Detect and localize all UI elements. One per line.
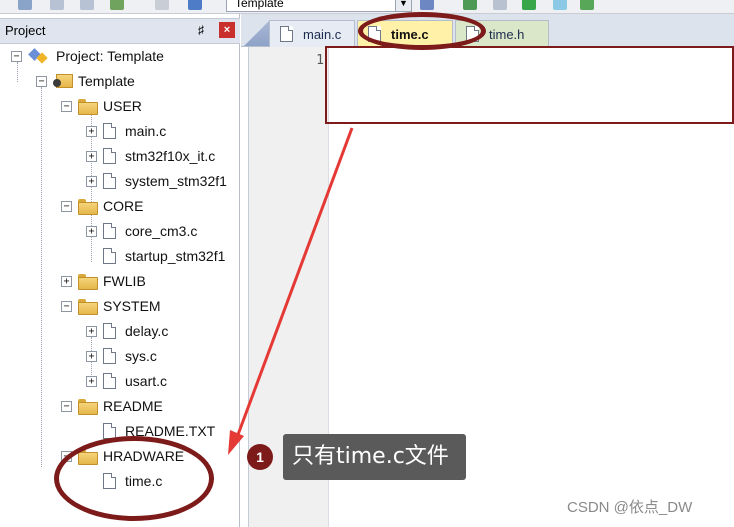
line-number: 1 <box>316 53 324 68</box>
tree-file-label: delay.c <box>125 323 169 339</box>
tree-file-label: system_stm32f1 <box>125 173 227 189</box>
tree-group-label: CORE <box>103 198 144 214</box>
toolbar-layers-icon[interactable] <box>493 0 507 10</box>
folder-icon <box>78 299 98 315</box>
project-icon <box>28 48 48 64</box>
tree-group-label: SYSTEM <box>103 298 161 314</box>
toolbar-options-icon[interactable] <box>420 0 434 10</box>
project-panel-header: Project ♯ × <box>0 18 240 44</box>
c-file-icon <box>103 123 116 139</box>
toolbar-manage-icon[interactable] <box>463 0 477 10</box>
tree-group-label: README <box>103 398 163 414</box>
expand-icon[interactable]: + <box>86 350 97 362</box>
folder-icon <box>78 199 98 215</box>
expand-icon[interactable]: + <box>86 325 97 337</box>
toolbar-config-icon[interactable] <box>580 0 594 10</box>
collapse-icon[interactable]: − <box>61 100 72 112</box>
watermark: CSDN @依点_DW <box>567 499 693 516</box>
tree-file-stm32f10x-it-c[interactable]: + stm32f10x_it.c <box>86 145 215 167</box>
target-select-value: Template <box>235 0 284 10</box>
close-icon[interactable]: × <box>219 22 235 38</box>
toolbar-green-diamond-icon[interactable] <box>522 0 536 10</box>
folder-icon <box>78 274 98 290</box>
step-badge: 1 <box>247 444 273 470</box>
tree-project-root[interactable]: − Project: Template <box>11 45 164 67</box>
annotation-highlight-rect <box>325 46 734 124</box>
editor-tab-bar: main.c time.c time.h <box>241 14 734 47</box>
pin-icon[interactable]: ♯ <box>198 23 210 37</box>
tree-file-startup-stm32f1[interactable]: startup_stm32f1 <box>103 245 225 267</box>
folder-icon <box>78 99 98 115</box>
tree-target[interactable]: − Template <box>36 70 135 92</box>
tree-file-sys-c[interactable]: + sys.c <box>86 345 157 367</box>
c-file-icon <box>103 323 116 339</box>
tree-group-label: FWLIB <box>103 273 146 289</box>
tree-group-readme[interactable]: − README <box>61 395 163 417</box>
tree-connector <box>41 87 42 467</box>
c-file-icon <box>103 173 116 189</box>
tree-file-label: startup_stm32f1 <box>125 248 226 264</box>
collapse-icon[interactable]: − <box>36 75 47 87</box>
expand-icon[interactable]: + <box>86 125 97 137</box>
toolbar: Template ▼ <box>0 0 734 14</box>
expand-icon[interactable]: + <box>61 275 72 287</box>
expand-icon[interactable]: + <box>86 375 97 387</box>
tree-file-label: stm32f10x_it.c <box>125 148 216 164</box>
tree-file-label: sys.c <box>125 348 157 364</box>
tree-file-system-stm32f1[interactable]: + system_stm32f1 <box>86 170 227 192</box>
tree-file-usart-c[interactable]: + usart.c <box>86 370 167 392</box>
project-panel-title: Project <box>5 23 46 38</box>
tree-group-system[interactable]: − SYSTEM <box>61 295 161 317</box>
tab-bar-corner <box>244 20 270 46</box>
tree-file-label: core_cm3.c <box>125 223 198 239</box>
annotation-callout: 只有time.c文件 <box>283 434 466 480</box>
expand-icon[interactable]: + <box>86 175 97 187</box>
toolbar-lamp-icon[interactable] <box>553 0 567 10</box>
tree-group-user[interactable]: − USER <box>61 95 142 117</box>
tree-file-delay-c[interactable]: + delay.c <box>86 320 168 342</box>
toolbar-download-icon[interactable] <box>188 0 202 10</box>
c-file-icon <box>280 26 293 42</box>
tree-file-label: main.c <box>125 123 167 139</box>
tree-file-core-cm3-c[interactable]: + core_cm3.c <box>86 220 197 242</box>
tree-group-fwlib[interactable]: + FWLIB <box>61 270 146 292</box>
tree-group-core[interactable]: − CORE <box>61 195 143 217</box>
folder-icon <box>78 399 98 415</box>
collapse-icon[interactable]: − <box>61 400 72 412</box>
toolbar-table-icon[interactable] <box>80 0 94 10</box>
toolbar-save-icon[interactable] <box>18 0 32 10</box>
tree-target-label: Template <box>78 73 135 89</box>
tab-label: time.h <box>489 26 525 42</box>
tree-file-label: usart.c <box>125 373 168 389</box>
chevron-down-icon[interactable]: ▼ <box>395 0 411 11</box>
collapse-icon[interactable]: − <box>61 200 72 212</box>
collapse-icon[interactable]: − <box>11 50 22 62</box>
target-icon <box>53 74 73 88</box>
expand-icon[interactable]: + <box>86 225 97 237</box>
annotation-ellipse-tree <box>54 436 214 521</box>
c-file-icon <box>103 373 116 389</box>
annotation-ellipse-tab <box>358 12 486 50</box>
tab-label: main.c <box>303 26 342 42</box>
tree-file-main-c[interactable]: + main.c <box>86 120 166 142</box>
tree-group-label: USER <box>103 98 142 114</box>
target-select[interactable]: Template ▼ <box>226 0 412 12</box>
toolbar-build-icon[interactable] <box>110 0 124 10</box>
tree-project-label: Project: Template <box>56 48 164 64</box>
tab-main-c[interactable]: main.c <box>269 20 355 47</box>
c-file-icon <box>103 223 116 239</box>
expand-icon[interactable]: + <box>86 150 97 162</box>
asm-file-icon <box>103 248 116 264</box>
c-file-icon <box>103 348 116 364</box>
c-file-icon <box>103 148 116 164</box>
collapse-icon[interactable]: − <box>61 300 72 312</box>
toolbar-debug-icon[interactable] <box>155 0 169 10</box>
toolbar-grid-icon[interactable] <box>50 0 64 10</box>
